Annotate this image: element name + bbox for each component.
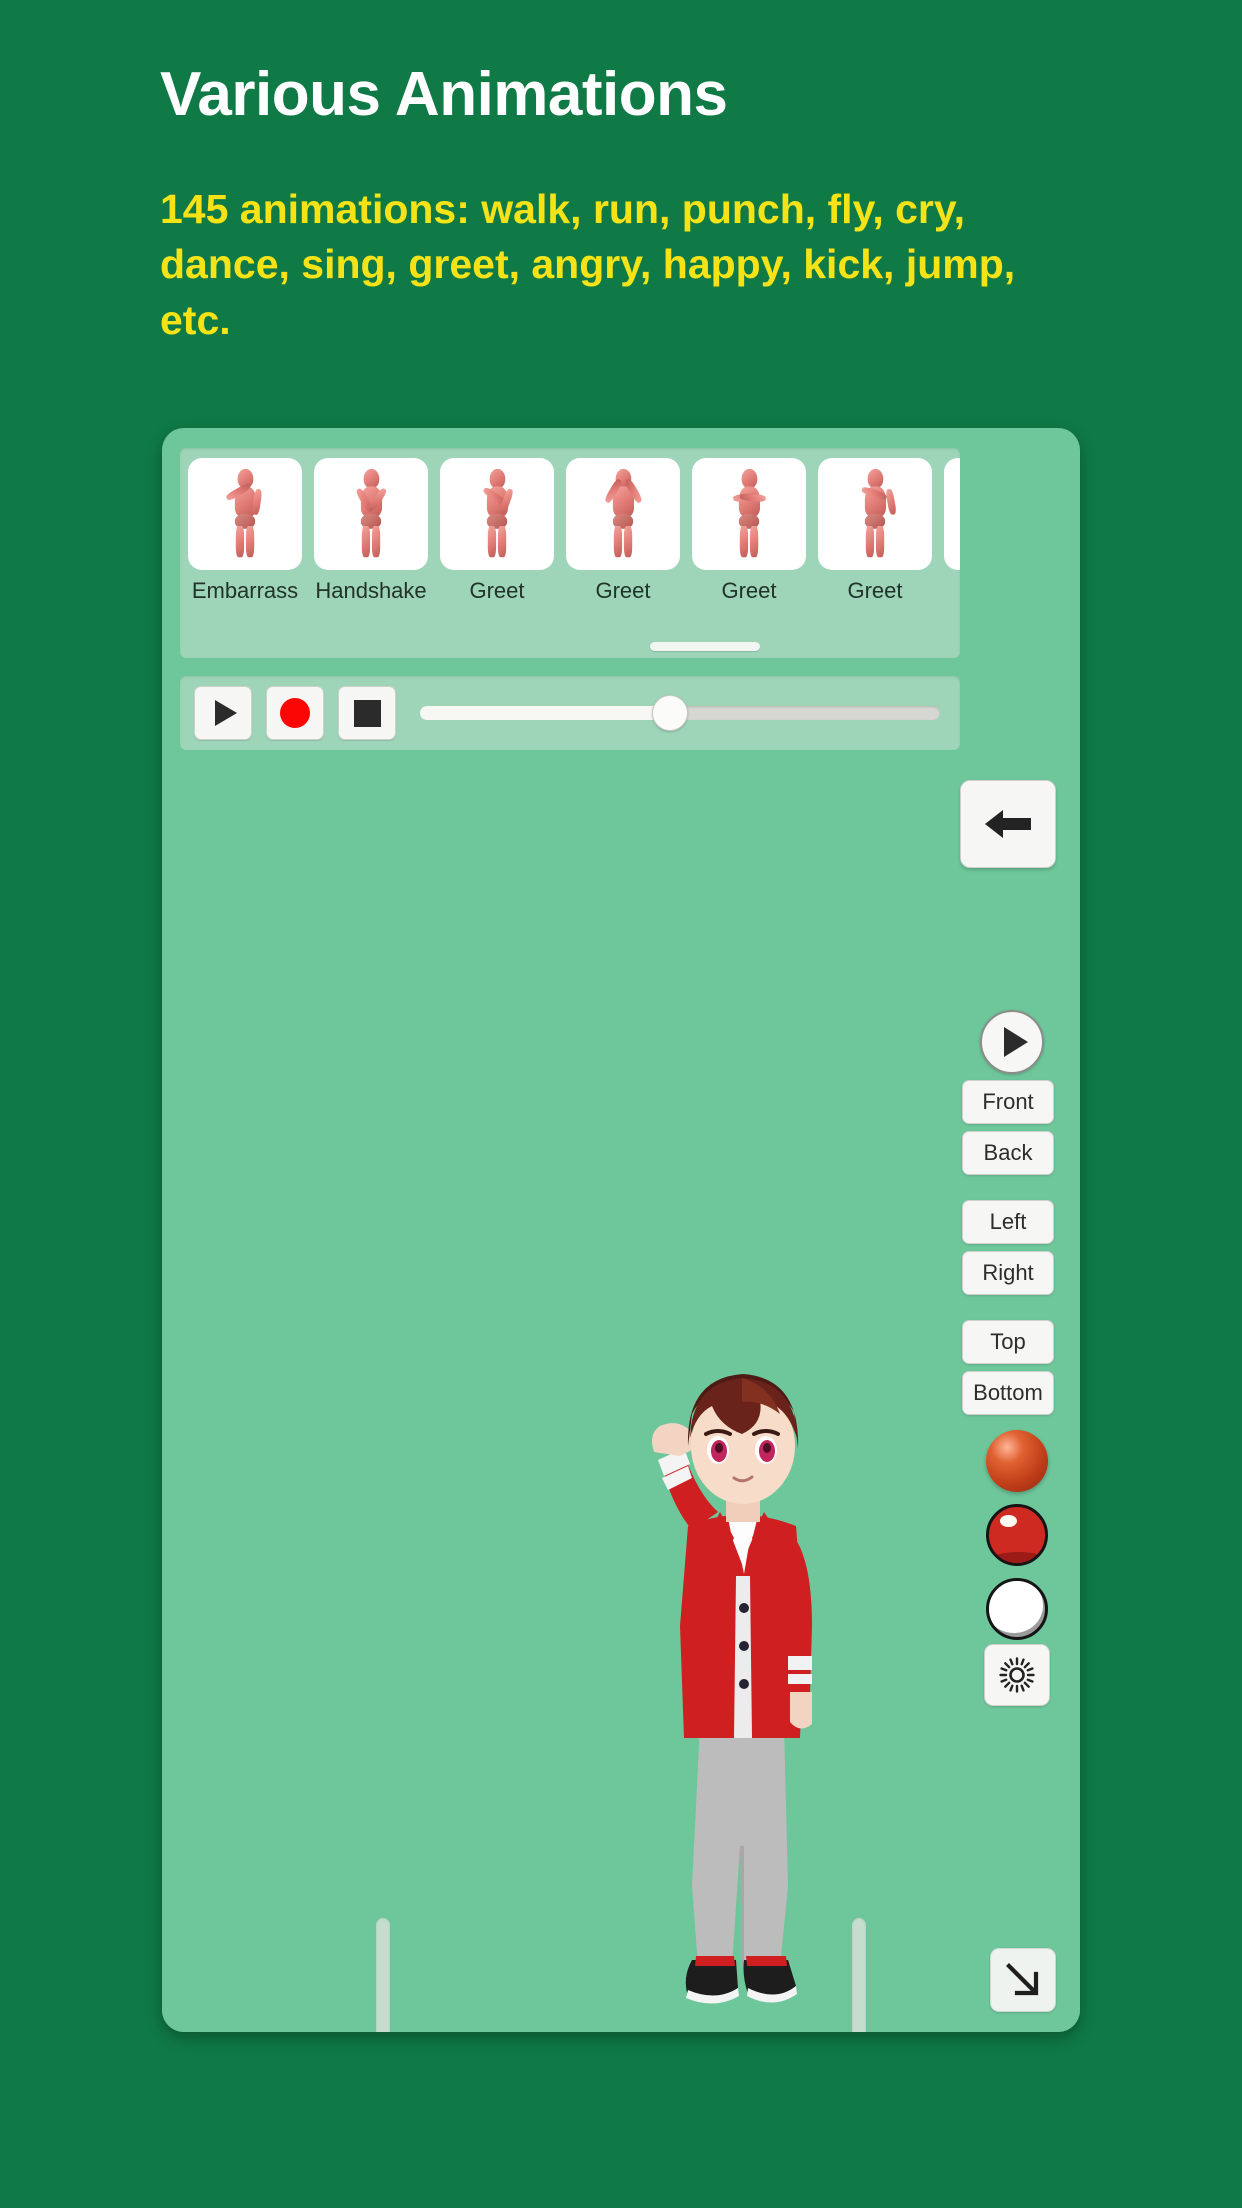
animation-strip[interactable]: Embarrass Handshake Greet Greet Greet Greet Gr… <box>180 448 960 658</box>
view-button-right[interactable]: Right <box>962 1251 1054 1295</box>
animation-item[interactable]: Greet <box>440 458 554 604</box>
view-button-bottom[interactable]: Bottom <box>962 1371 1054 1415</box>
animation-item[interactable]: Greet <box>944 458 960 604</box>
mannequin-thumbnail[interactable] <box>314 458 428 570</box>
page-subtitle: 145 animations: walk, run, punch, fly, c… <box>160 186 1016 343</box>
back-button[interactable] <box>960 780 1056 868</box>
stop-button[interactable] <box>338 686 396 740</box>
arrow-left-icon <box>985 810 1031 838</box>
stop-icon <box>353 699 381 727</box>
animation-track[interactable]: Embarrass Handshake Greet Greet Greet Greet Gr… <box>188 458 960 604</box>
smooth-shading-sphere[interactable] <box>986 1430 1048 1492</box>
play-icon <box>214 700 237 726</box>
view-button-top[interactable]: Top <box>962 1320 1054 1364</box>
arrow-down-right-icon <box>1006 1963 1039 1996</box>
mannequin-thumbnail[interactable] <box>440 458 554 570</box>
view-button-left[interactable]: Left <box>962 1200 1054 1244</box>
view-rail-spacer <box>962 1182 1054 1200</box>
timeline-thumb[interactable] <box>651 695 688 731</box>
strip-scrollbar[interactable] <box>650 642 760 651</box>
toon-white-shading-sphere[interactable] <box>986 1578 1048 1640</box>
mannequin-thumbnail[interactable] <box>944 458 960 570</box>
timeline-slider[interactable] <box>420 695 940 731</box>
light-settings-button[interactable] <box>984 1644 1050 1706</box>
animation-item-label: Greet <box>469 578 525 603</box>
animation-item[interactable]: Greet <box>818 458 932 604</box>
toon-red-shading-sphere[interactable] <box>986 1504 1048 1566</box>
camera-slider-left-track[interactable] <box>376 1918 390 2032</box>
mannequin-thumbnail[interactable] <box>566 458 680 570</box>
play-button[interactable] <box>194 686 252 740</box>
preview-play-button[interactable] <box>980 1010 1044 1074</box>
animation-item[interactable]: Greet <box>692 458 806 604</box>
animation-item-label: Embarrass <box>191 578 299 603</box>
record-button[interactable] <box>266 686 324 740</box>
animation-item-label: Greet <box>847 578 903 603</box>
animation-item-label: Greet <box>944 578 960 604</box>
sun-brightness-icon <box>999 1657 1035 1693</box>
page-title: Various Animations <box>160 60 728 129</box>
play-circle-icon <box>1003 1027 1028 1057</box>
anime-boy-avatar[interactable] <box>592 1326 892 2026</box>
animation-item[interactable]: Greet <box>566 458 680 604</box>
view-button-back[interactable]: Back <box>962 1131 1054 1175</box>
animation-item[interactable]: Handshake <box>314 458 428 604</box>
mannequin-thumbnail[interactable] <box>818 458 932 570</box>
timeline-fill <box>420 706 670 720</box>
shading-sphere-rail <box>986 1430 1048 1652</box>
animation-item[interactable]: Embarrass <box>188 458 302 604</box>
camera-slider-right-track[interactable] <box>852 1918 866 2032</box>
view-button-front[interactable]: Front <box>962 1080 1054 1124</box>
record-icon <box>280 698 310 728</box>
animation-item-label: Handshake <box>315 578 427 603</box>
view-buttons-rail: Front Back Left Right Top Bottom <box>962 1080 1054 1422</box>
mannequin-thumbnail[interactable] <box>692 458 806 570</box>
resize-viewport-button[interactable] <box>990 1948 1056 2012</box>
view-rail-spacer <box>962 1302 1054 1320</box>
animation-item-label: Greet <box>595 578 651 603</box>
animation-item-label: Greet <box>721 578 777 603</box>
viewport-3d[interactable]: Front Back Left Right Top Bottom <box>162 758 1080 2032</box>
mannequin-thumbnail[interactable] <box>188 458 302 570</box>
transport-bar <box>180 676 960 750</box>
promo-screenshot: Various Animations 145 animations: walk,… <box>0 0 1242 2208</box>
app-window: Embarrass Handshake Greet Greet Greet Greet Gr… <box>162 428 1080 2032</box>
